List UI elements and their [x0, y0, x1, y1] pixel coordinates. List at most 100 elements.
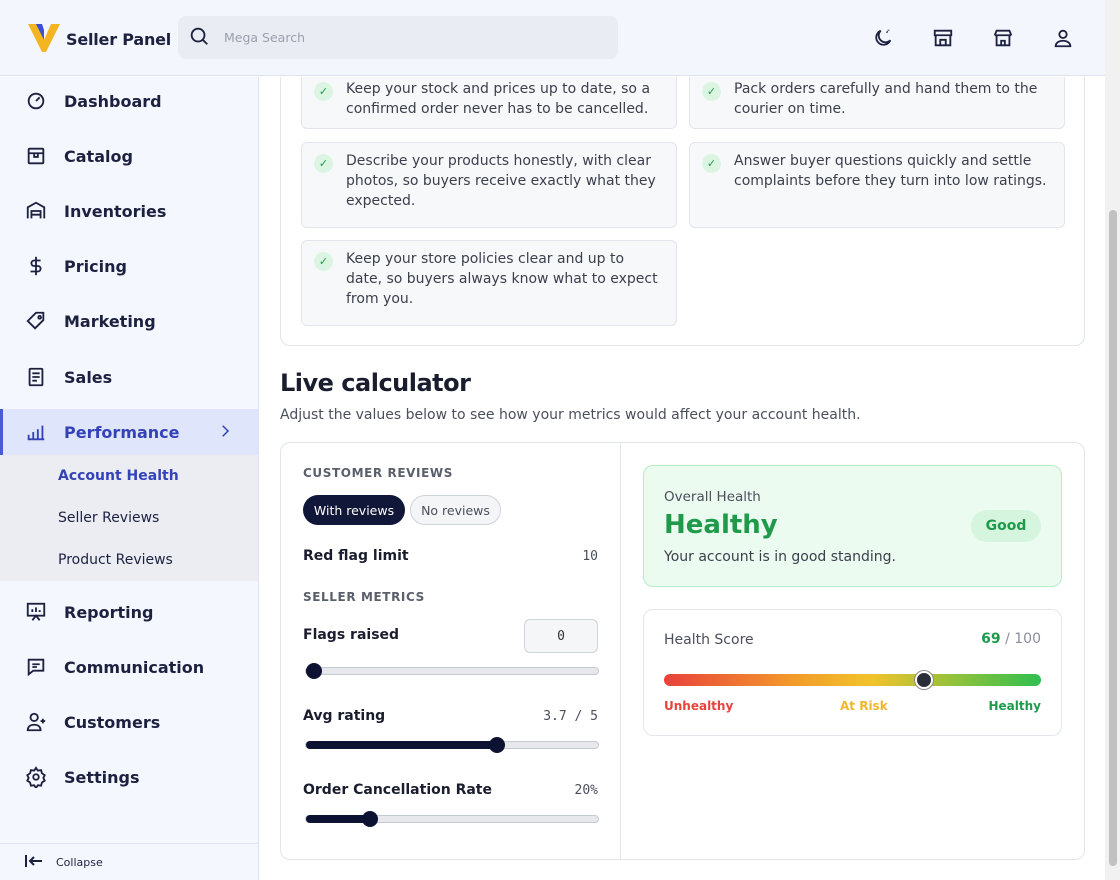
user-icon[interactable]	[1049, 24, 1077, 52]
sidebar-item-label: Settings	[64, 767, 140, 787]
health-score-value: 69	[981, 631, 1001, 647]
subnav-account-health[interactable]: Account Health	[0, 455, 258, 497]
sidebar-item-catalog[interactable]: Catalog	[0, 133, 258, 179]
calculator-card: CUSTOMER REVIEWS With reviews No reviews…	[280, 442, 1085, 860]
rule-text: Keep your stock and prices up to date, s…	[346, 81, 651, 117]
red-flag-label: Red flag limit	[303, 548, 409, 564]
subnav-seller-reviews[interactable]: Seller Reviews	[0, 497, 258, 539]
rule-text: Answer buyer questions quickly and settl…	[734, 153, 1047, 189]
collapse-icon	[24, 853, 44, 872]
warehouse-icon	[24, 199, 48, 223]
chevron-right-icon	[216, 422, 234, 444]
sidebar-item-settings[interactable]: Settings	[0, 754, 258, 800]
rule-item: ✓ Pack orders carefully and hand them to…	[689, 77, 1065, 129]
sidebar-item-label: Reporting	[64, 602, 154, 622]
sidebar-item-label: Pricing	[64, 256, 127, 276]
chart-icon	[24, 420, 48, 444]
sidebar-item-sales[interactable]: Sales	[0, 354, 258, 400]
calculator-inputs: CUSTOMER REVIEWS With reviews No reviews…	[281, 443, 621, 859]
sidebar-item-label: Dashboard	[64, 91, 162, 111]
customer-reviews-label: CUSTOMER REVIEWS	[303, 466, 454, 480]
sidebar-item-label: Communication	[64, 657, 205, 677]
sidebar-item-marketing[interactable]: Marketing	[0, 298, 258, 344]
avg-rating-label: Avg rating	[303, 708, 386, 724]
cancel-rate-label: Order Cancellation Rate	[303, 782, 492, 798]
brand[interactable]: Seller Panel	[28, 22, 171, 56]
check-icon: ✓	[314, 252, 333, 271]
subnav-product-reviews[interactable]: Product Reviews	[0, 539, 258, 581]
flags-raised-slider[interactable]	[305, 663, 599, 679]
slider-fill	[306, 741, 497, 749]
sidebar-item-label: Customers	[64, 712, 161, 732]
overall-health-label: Overall Health	[664, 489, 761, 505]
calculator-title: Live calculator	[280, 369, 471, 397]
gauge-label-at-risk: At Risk	[840, 699, 888, 713]
page-scrollbar[interactable]	[1105, 0, 1120, 880]
rule-item: ✓ Describe your products honestly, with …	[301, 142, 677, 228]
slider-fill	[306, 815, 370, 823]
check-icon: ✓	[314, 154, 333, 173]
sidebar-item-dashboard[interactable]: Dashboard	[0, 78, 258, 124]
cancel-rate-value: 20%	[574, 783, 598, 798]
with-reviews-toggle[interactable]: With reviews	[303, 495, 405, 525]
rule-item: ✓ Answer buyer questions quickly and set…	[689, 142, 1065, 228]
slider-thumb[interactable]	[362, 811, 378, 827]
rule-item: ✓ Keep your stock and prices up to date,…	[301, 77, 677, 129]
avg-rating-slider[interactable]	[305, 737, 599, 753]
sidebar-item-inventories[interactable]: Inventories	[0, 188, 258, 234]
rule-text: Pack orders carefully and hand them to t…	[734, 81, 1038, 117]
chat-icon	[24, 655, 48, 679]
presentation-icon	[24, 600, 48, 624]
performance-subnav: Account Health Seller Reviews Product Re…	[0, 455, 258, 581]
sidebar-item-label: Inventories	[64, 201, 167, 221]
gauge-label-unhealthy: Unhealthy	[664, 699, 734, 713]
flags-raised-input[interactable]: 0	[524, 619, 598, 653]
no-reviews-toggle[interactable]: No reviews	[410, 495, 501, 525]
moon-icon[interactable]	[869, 24, 897, 52]
sidebar-item-label: Sales	[64, 367, 113, 387]
search-bar[interactable]	[178, 16, 618, 59]
red-flag-value: 10	[582, 549, 598, 564]
scrollbar-thumb[interactable]	[1109, 210, 1117, 866]
check-icon: ✓	[702, 82, 721, 101]
receipt-icon	[24, 365, 48, 389]
cancel-rate-slider[interactable]	[305, 811, 599, 827]
slider-thumb[interactable]	[306, 663, 322, 679]
avg-rating-value: 3.7 / 5	[543, 709, 598, 724]
sidebar-item-label: Performance	[64, 422, 180, 442]
health-description: Your account is in good standing.	[664, 549, 896, 565]
shop-icon[interactable]	[989, 24, 1017, 52]
sidebar-item-reporting[interactable]: Reporting	[0, 589, 258, 635]
sidebar-item-performance[interactable]: Performance	[0, 409, 258, 455]
collapse-button[interactable]: Collapse	[0, 843, 258, 880]
check-icon: ✓	[314, 82, 333, 101]
sidebar-item-customers[interactable]: Customers	[0, 699, 258, 745]
dollar-icon	[24, 254, 48, 278]
health-status: Healthy	[664, 510, 778, 540]
rules-card: ✓ Keep your stock and prices up to date,…	[280, 77, 1085, 346]
gauge-label-healthy: Healthy	[988, 699, 1042, 713]
store-icon[interactable]	[929, 24, 957, 52]
rule-item: ✓ Keep your store policies clear and up …	[301, 240, 677, 326]
sidebar: Dashboard Catalog Inventories Pricing Ma…	[0, 77, 259, 880]
brand-name: Seller Panel	[66, 29, 172, 49]
health-gauge	[664, 671, 1041, 689]
search-input[interactable]	[224, 30, 604, 45]
rule-text: Describe your products honestly, with cl…	[346, 153, 656, 209]
slider-thumb[interactable]	[489, 737, 505, 753]
main-content: ✓ Keep your stock and prices up to date,…	[260, 77, 1105, 880]
gauge-marker	[915, 671, 934, 689]
top-header: Seller Panel	[0, 0, 1105, 76]
sidebar-item-label: Marketing	[64, 311, 156, 331]
rule-text: Keep your store policies clear and up to…	[346, 251, 658, 307]
sidebar-item-label: Catalog	[64, 146, 133, 166]
status-badge: Good	[971, 510, 1041, 542]
calculator-subtitle: Adjust the values below to see how your …	[280, 407, 861, 423]
health-score: 69 / 100	[981, 631, 1041, 647]
tag-icon	[24, 309, 48, 333]
sidebar-item-pricing[interactable]: Pricing	[0, 243, 258, 289]
sidebar-item-communication[interactable]: Communication	[0, 644, 258, 690]
gear-icon	[24, 765, 48, 789]
dashboard-icon	[24, 89, 48, 113]
seller-metrics-label: SELLER METRICS	[303, 590, 425, 604]
